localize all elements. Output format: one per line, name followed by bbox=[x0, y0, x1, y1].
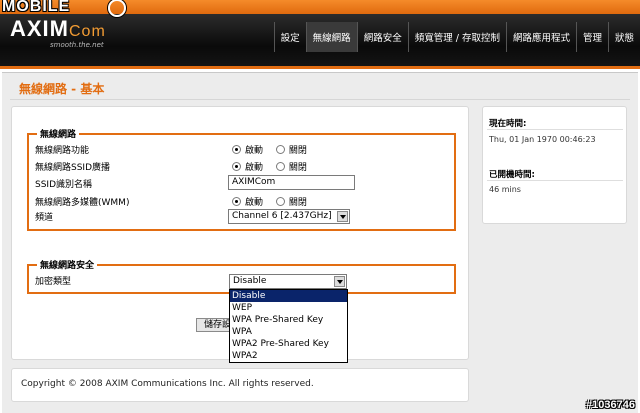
watermark-id: #1036746 bbox=[586, 399, 635, 411]
security-legend: 無線網路安全 bbox=[40, 261, 95, 271]
encryption-select[interactable]: Disable bbox=[229, 274, 347, 289]
uptime-value: 46 mins bbox=[489, 185, 521, 194]
encryption-option-disable[interactable]: Disable bbox=[230, 290, 347, 302]
wireless-function-label: 無線網路功能 bbox=[35, 146, 90, 156]
wmm-row: 無線網路多媒體(WMM) 啟動 關閉 bbox=[35, 195, 455, 208]
sidebar-divider bbox=[487, 129, 623, 130]
title-divider bbox=[10, 99, 630, 100]
radio-checked-icon[interactable] bbox=[232, 162, 241, 171]
nav-underline bbox=[0, 66, 640, 69]
uptime-label: 已開機時間: bbox=[489, 170, 535, 180]
current-time-value: Thu, 01 Jan 1970 00:46:23 bbox=[489, 135, 596, 144]
channel-select[interactable]: Channel 6 [2.437GHz] bbox=[228, 209, 350, 224]
ssid-broadcast-label: 無線網路SSID廣播 bbox=[35, 163, 111, 173]
chevron-down-icon[interactable] bbox=[337, 211, 348, 222]
channel-label: 頻道 bbox=[35, 213, 54, 223]
logo-wordmark: AXIMCom bbox=[10, 16, 106, 41]
encryption-option-wep[interactable]: WEP bbox=[230, 302, 347, 314]
wireless-function-disable[interactable]: 關閉 bbox=[275, 143, 307, 156]
nav-management[interactable]: 管理 bbox=[575, 22, 608, 52]
channel-value: Channel 6 [2.437GHz] bbox=[232, 211, 332, 221]
wmm-label: 無線網路多媒體(WMM) bbox=[35, 198, 130, 208]
brand-logo[interactable]: AXIMCom smooth.the.net bbox=[10, 16, 140, 52]
radio-checked-icon[interactable] bbox=[232, 145, 241, 154]
save-button[interactable]: 儲存設定 bbox=[196, 318, 232, 332]
sidebar-divider bbox=[487, 180, 623, 181]
encryption-option-wpa-psk[interactable]: WPA Pre-Shared Key bbox=[230, 314, 347, 326]
radio-checked-icon[interactable] bbox=[232, 197, 241, 206]
wmm-disable[interactable]: 關閉 bbox=[275, 195, 307, 208]
current-time-label: 現在時間: bbox=[489, 119, 527, 129]
radio-unchecked-icon[interactable] bbox=[275, 145, 285, 154]
nav-wireless[interactable]: 無線網路 bbox=[305, 22, 357, 52]
nav-applications[interactable]: 網路應用程式 bbox=[505, 22, 576, 52]
wmm-enable[interactable]: 啟動 bbox=[232, 195, 263, 208]
page-title: 無線網路 - 基本 bbox=[19, 82, 105, 96]
wireless-function-row: 無線網路功能 啟動 關閉 bbox=[35, 143, 455, 156]
encryption-option-wpa2[interactable]: WPA2 bbox=[230, 350, 347, 362]
watermark-text: MOBILE bbox=[2, 0, 71, 15]
chevron-down-icon[interactable] bbox=[334, 276, 345, 287]
main-nav: 設定 無線網路 網路安全 頻寬管理 / 存取控制 網路應用程式 管理 狀態 bbox=[273, 22, 640, 52]
encryption-dropdown-list: Disable WEP WPA Pre-Shared Key WPA WPA2 … bbox=[229, 289, 348, 363]
copyright-text: Copyright © 2008 AXIM Communications Inc… bbox=[21, 379, 314, 389]
nav-settings[interactable]: 設定 bbox=[273, 22, 306, 52]
logo-tagline: smooth.the.net bbox=[50, 41, 104, 49]
ssid-broadcast-enable[interactable]: 啟動 bbox=[232, 160, 263, 173]
encryption-option-wpa2-psk[interactable]: WPA2 Pre-Shared Key bbox=[230, 338, 347, 350]
encryption-value: Disable bbox=[233, 276, 267, 286]
encryption-label: 加密類型 bbox=[35, 277, 72, 287]
radio-unchecked-icon[interactable] bbox=[275, 162, 285, 171]
nav-bandwidth-access[interactable]: 頻寬管理 / 存取控制 bbox=[407, 22, 506, 52]
radio-unchecked-icon[interactable] bbox=[275, 197, 285, 206]
wireless-function-enable[interactable]: 啟動 bbox=[232, 143, 263, 156]
ssid-label: SSID識別名稱 bbox=[35, 180, 93, 190]
nav-security[interactable]: 網路安全 bbox=[356, 22, 408, 52]
encryption-option-wpa[interactable]: WPA bbox=[230, 326, 347, 338]
wireless-legend: 無線網路 bbox=[40, 130, 77, 140]
ssid-input[interactable]: AXIMCom bbox=[228, 175, 355, 190]
nav-status[interactable]: 狀態 bbox=[607, 22, 640, 52]
ssid-broadcast-row: 無線網路SSID廣播 啟動 關閉 bbox=[35, 160, 455, 173]
watermark-logo-icon bbox=[108, 0, 126, 17]
ssid-broadcast-disable[interactable]: 關閉 bbox=[275, 160, 307, 173]
